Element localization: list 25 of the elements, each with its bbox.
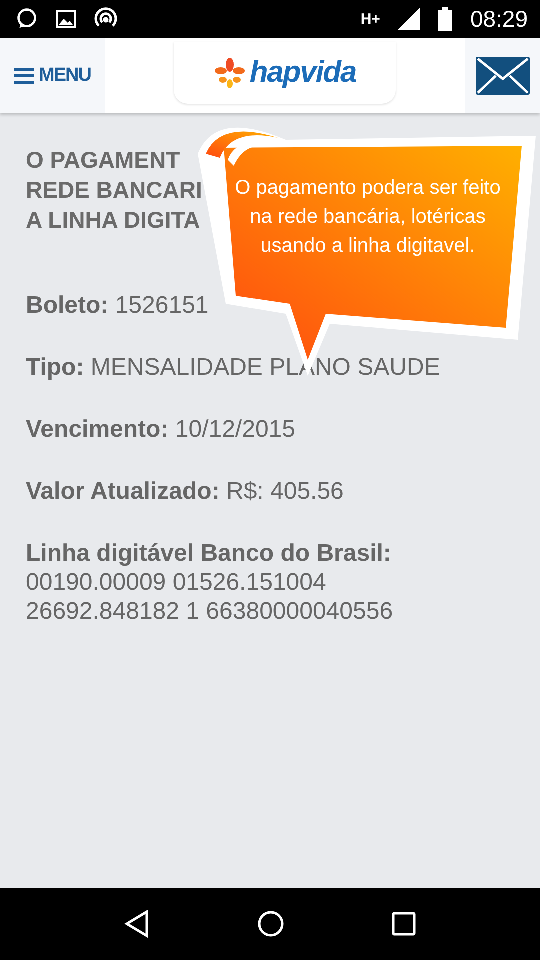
- clock: 08:29: [470, 6, 528, 32]
- home-icon: [256, 910, 285, 938]
- mail-button[interactable]: [465, 38, 540, 113]
- notice-heading: A LINHA DIGITA: [26, 206, 200, 235]
- menu-button[interactable]: MENU: [0, 38, 105, 113]
- battery-icon: [438, 7, 452, 31]
- recents-icon: [392, 912, 416, 936]
- barcode-label: Linha digitável Banco do Brasil:: [26, 539, 392, 568]
- detail-line: Valor Atualizado: R$: 405.56: [26, 477, 345, 507]
- envelope-icon: [476, 56, 530, 94]
- chat-icon: [16, 8, 38, 30]
- back-icon: [124, 910, 150, 938]
- barcode-number: 26692.848182 1 66380000040556: [26, 597, 394, 626]
- barcode-number: 00190.00009 01526.151004: [26, 568, 328, 597]
- logo-text: hapvida: [250, 56, 356, 90]
- network-type: H+: [360, 10, 380, 28]
- signal-icon: [398, 8, 420, 30]
- detail-line: Boleto: 1526151: [26, 291, 210, 321]
- notice-heading: O PAGAMENT: [26, 146, 180, 175]
- flower-icon: [214, 56, 246, 88]
- tooltip-text: O pagamento podera ser feito na rede bancária, lotéricas usando a linha digitavel.: [234, 176, 502, 259]
- notice-heading: REDE BANCARI: [26, 176, 202, 205]
- image-icon: [56, 10, 76, 28]
- menu-icon: [14, 68, 34, 84]
- detail-line: Vencimento: 10/12/2015: [26, 415, 296, 445]
